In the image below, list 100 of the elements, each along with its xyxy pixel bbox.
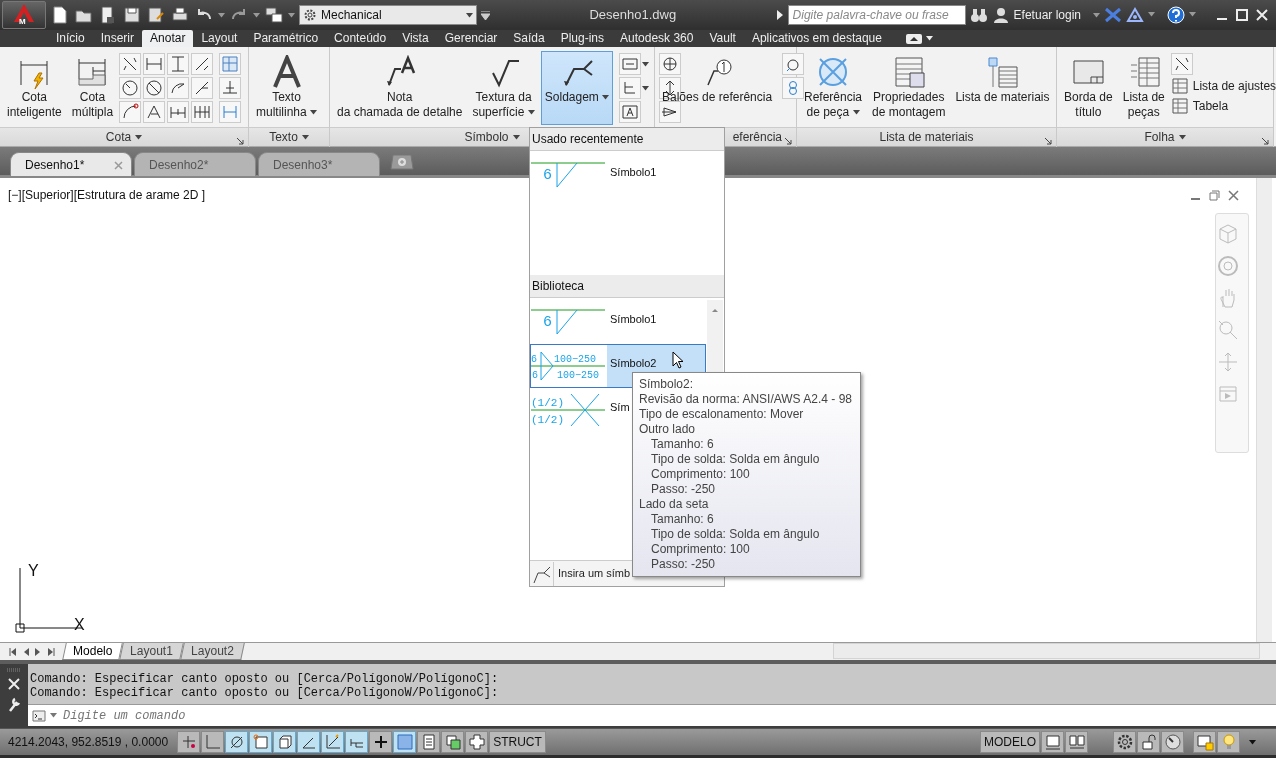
prompt-icon[interactable] (32, 709, 46, 722)
launcher-arrow-icon[interactable] (236, 136, 244, 145)
caret-icon[interactable] (1093, 13, 1100, 19)
launcher-arrow-icon[interactable] (784, 136, 792, 145)
tool-button[interactable] (191, 77, 214, 99)
save-as-icon[interactable] (146, 5, 166, 25)
caret-icon[interactable] (50, 713, 57, 718)
status-toggle-button[interactable] (441, 731, 465, 753)
status-toggle-button[interactable] (393, 731, 417, 753)
tool-button[interactable] (143, 77, 166, 99)
ribbon-tab[interactable]: Vista (394, 30, 437, 47)
caret-icon[interactable] (852, 110, 860, 116)
panel-title[interactable]: Folha (1144, 128, 1175, 146)
status-toggle-button[interactable] (201, 731, 225, 753)
menu-item[interactable]: 6 Símbolo1 (530, 300, 706, 344)
ribbon-tab[interactable]: Gerenciar (436, 30, 506, 47)
status-button[interactable] (1161, 731, 1184, 753)
caret-icon[interactable] (642, 61, 650, 67)
wrench-icon[interactable] (7, 696, 21, 712)
caret-icon[interactable] (1249, 740, 1256, 746)
ribbon-tool-button[interactable]: Lista de ajustes (1170, 77, 1276, 95)
ribbon-tab[interactable]: Aplicativos em destaque (743, 30, 890, 47)
ribbon-tool-button[interactable]: Soldagem (540, 51, 614, 125)
x-logo-icon[interactable] (1104, 7, 1122, 23)
search-field[interactable]: Digite palavra-chave ou frase (787, 5, 966, 25)
ribbon-tab[interactable]: Conteúdo (326, 30, 395, 47)
caret-icon[interactable] (288, 12, 295, 18)
caret-icon[interactable] (1178, 134, 1186, 140)
caret-icon[interactable] (527, 110, 535, 116)
ribbon-tool-button[interactable]: Referência de peça (800, 51, 867, 125)
panel-title[interactable]: Símbolo (464, 128, 509, 146)
caret-icon[interactable] (135, 134, 143, 140)
caret-icon[interactable] (602, 95, 610, 101)
status-toggle-button[interactable] (273, 731, 297, 753)
status-toggle-button[interactable] (297, 731, 321, 753)
status-toggle-button[interactable] (177, 731, 201, 753)
status-button[interactable] (1113, 731, 1136, 753)
vertical-scrollbar[interactable] (1256, 178, 1272, 642)
sheet-tab[interactable]: Modelo (62, 643, 124, 660)
ribbon-tab[interactable]: Layout (193, 30, 246, 47)
tool-button[interactable] (659, 53, 682, 75)
tool-button[interactable] (659, 101, 682, 123)
status-toggle-button[interactable] (345, 731, 369, 753)
workspace-dropdown[interactable]: Mechanical (299, 5, 477, 25)
tool-button[interactable] (1170, 53, 1193, 75)
document-tab[interactable]: Desenho1* (10, 152, 132, 176)
launcher-arrow-icon[interactable] (1044, 136, 1052, 145)
ribbon-tab[interactable]: Início (48, 30, 93, 47)
ribbon-tab[interactable]: Vault (701, 30, 744, 47)
new-tab-icon[interactable] (390, 152, 414, 171)
sheet-tab[interactable]: Layout1 (119, 643, 184, 660)
panel-title[interactable]: Cota (105, 128, 132, 146)
tool-button[interactable] (167, 77, 190, 99)
expand-arrow-icon[interactable] (775, 10, 784, 20)
save-icon[interactable] (122, 5, 142, 25)
ribbon-tool-button[interactable]: Cota múltipla (67, 51, 118, 125)
ribbon-tool-button[interactable]: Propriedades de montagem (868, 51, 950, 125)
caret-icon[interactable] (218, 12, 225, 18)
status-toggle-button[interactable]: STRUCT (489, 731, 546, 753)
tool-button[interactable] (119, 77, 142, 99)
tool-button[interactable] (119, 53, 142, 75)
ribbon-tool-button[interactable]: Borda de título (1060, 51, 1117, 125)
model-space-button[interactable]: MODELO (980, 731, 1040, 753)
viewport-label[interactable]: [−][Superior][Estrutura de arame 2D ] (8, 186, 206, 204)
first-page-icon[interactable] (8, 647, 17, 657)
ribbon-tool-button[interactable]: Balões de referência (658, 51, 777, 125)
ribbon-tab[interactable]: Anotar (142, 30, 194, 47)
maximize-icon[interactable] (1236, 9, 1248, 21)
caret-icon[interactable] (1148, 12, 1155, 18)
application-menu-button[interactable]: M (2, 1, 46, 29)
ribbon-tool-button[interactable]: Nota da chamada de detalhe (333, 51, 467, 125)
status-button[interactable] (1041, 731, 1064, 753)
launcher-arrow-icon[interactable] (1261, 136, 1269, 145)
ribbon-tool-button[interactable]: Textura da superfície (468, 51, 539, 125)
document-tab[interactable]: Desenho2* (134, 152, 256, 176)
sheet-tab[interactable]: Layout2 (180, 643, 245, 660)
caret-icon[interactable] (925, 36, 933, 41)
help-icon[interactable] (1167, 6, 1185, 25)
caret-icon[interactable] (642, 85, 650, 91)
last-page-icon[interactable] (47, 647, 56, 657)
triangle-network-icon[interactable] (1126, 7, 1144, 23)
ribbon-tab[interactable]: Plug-ins (552, 30, 613, 47)
status-button[interactable] (1193, 731, 1216, 753)
caret-icon[interactable] (301, 134, 309, 140)
status-toggle-button[interactable] (465, 731, 489, 753)
status-button[interactable] (1065, 731, 1088, 753)
coordinates-readout[interactable]: 4214.2043, 952.8519 , 0.0000 (4, 733, 173, 751)
customize-caret-icon[interactable] (481, 10, 490, 21)
status-toggle-button[interactable] (249, 731, 273, 753)
caret-icon[interactable] (1189, 12, 1196, 18)
caret-icon[interactable] (310, 110, 318, 116)
horizontal-scrollbar[interactable] (832, 643, 1260, 659)
user-icon[interactable] (991, 6, 1010, 24)
caret-icon[interactable] (512, 134, 520, 140)
ribbon-tool-button[interactable]: Texto multilinha (252, 51, 322, 125)
ribbon-tab[interactable]: Paramétrico (245, 30, 327, 47)
ribbon-tool-button[interactable]: Cota inteligente (3, 51, 66, 125)
ribbon-tab[interactable]: Saída (505, 30, 553, 47)
caret-icon[interactable] (253, 12, 260, 18)
binoculars-icon[interactable] (969, 6, 988, 24)
